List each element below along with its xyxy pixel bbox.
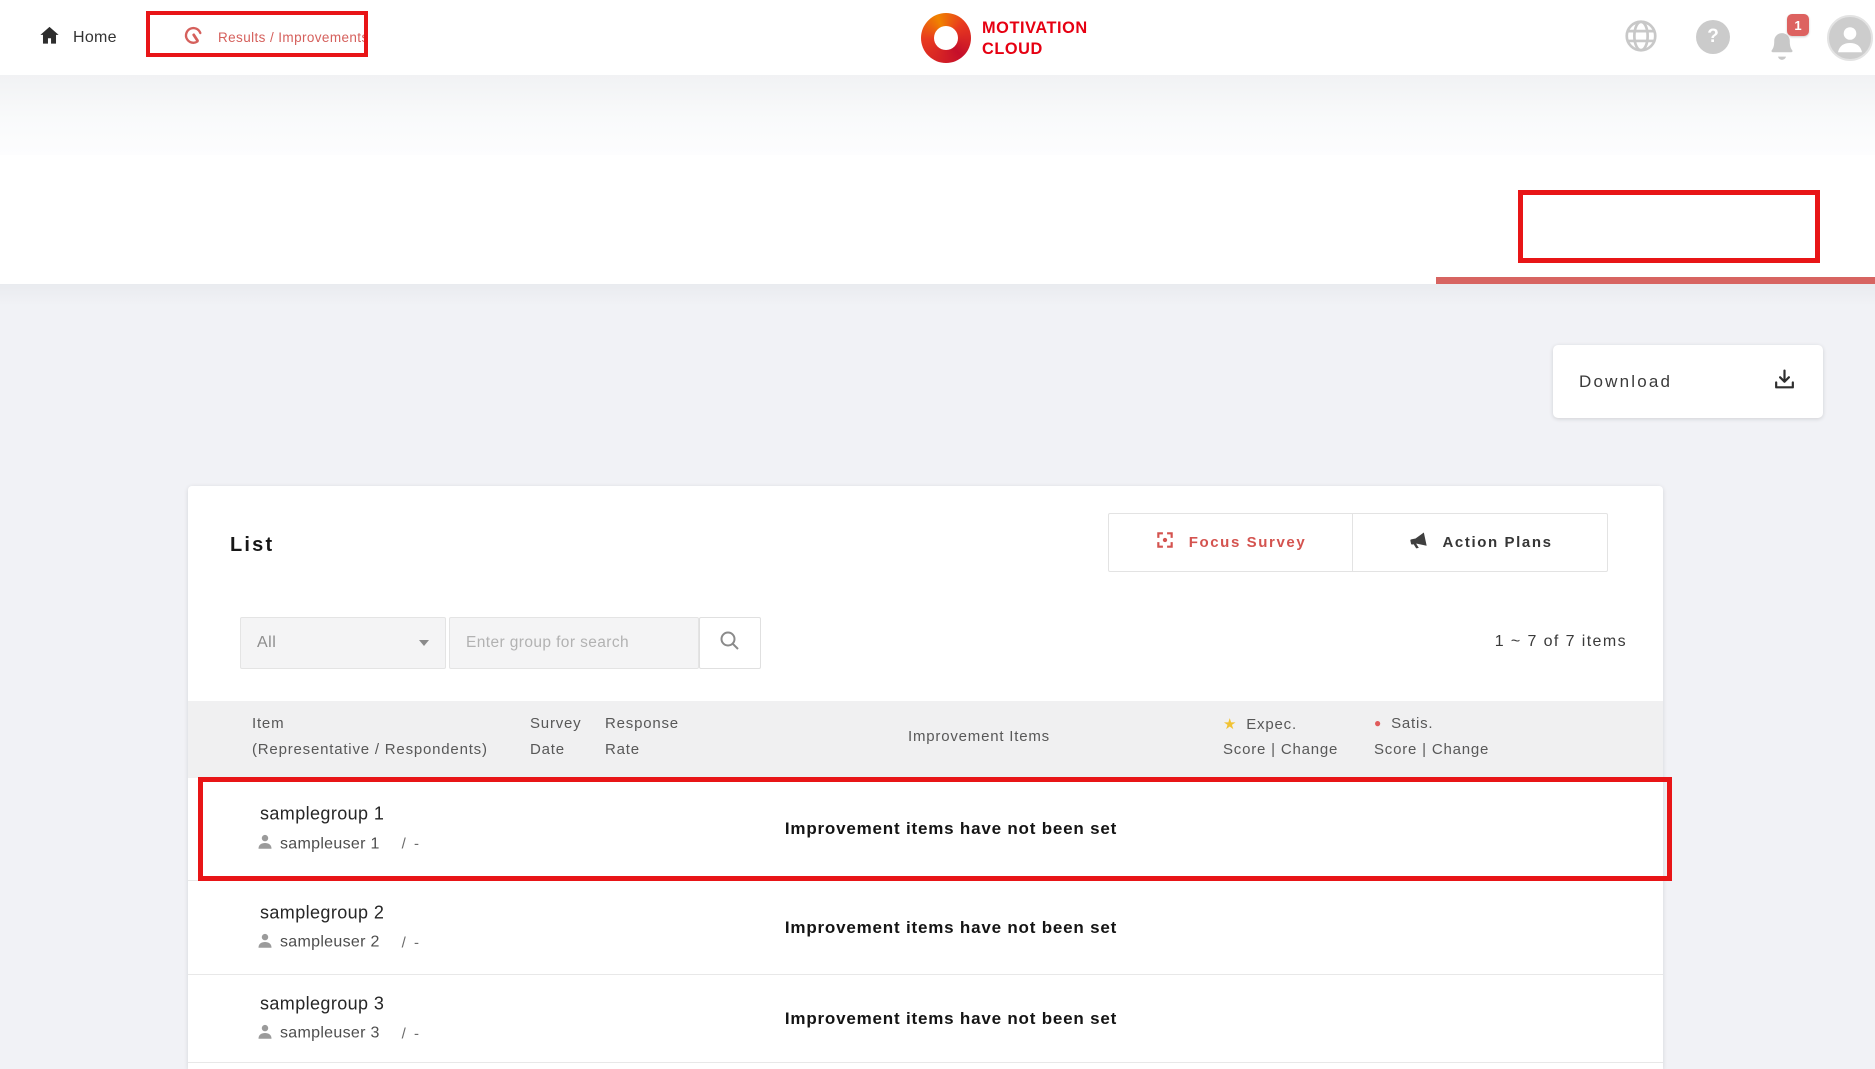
group-name: samplegroup 1 (260, 804, 421, 825)
home-label: Home (73, 29, 117, 47)
user-name: sampleuser 1 (280, 835, 380, 853)
search-input[interactable] (449, 617, 699, 669)
col-improvement-items: Improvement Items (908, 728, 1050, 745)
improvement-status: Improvement items have not been set (785, 918, 1117, 938)
table-header: Item (Representative / Respondents) Surv… (188, 701, 1663, 778)
brand-logo: MOTIVATION CLOUD (921, 13, 1092, 63)
help-icon[interactable]: ? (1696, 20, 1730, 54)
user-name: sampleuser 2 (280, 934, 380, 952)
notification-badge: 1 (1787, 14, 1809, 36)
page: Home Results / Improvements MOTIVATION C… (0, 0, 1875, 1069)
logo-mark-icon (921, 13, 971, 63)
respondents-ratio: / - (402, 836, 421, 853)
focus-survey-label: Focus Survey (1189, 534, 1307, 551)
active-tab-underline (1436, 277, 1875, 284)
group-filter-select[interactable]: All (240, 617, 446, 669)
top-navbar: Home Results / Improvements MOTIVATION C… (0, 0, 1875, 75)
action-plans-label: Action Plans (1442, 534, 1552, 551)
action-plans-button[interactable]: Action Plans (1352, 514, 1607, 571)
table-row[interactable]: samplegroup 1 sampleuser 1 / - Improveme… (188, 778, 1663, 881)
globe-icon[interactable] (1622, 17, 1660, 60)
focus-icon (1155, 530, 1175, 555)
improvement-status: Improvement items have not been set (785, 819, 1117, 839)
gauge-icon (183, 25, 204, 51)
logo-text: MOTIVATION CLOUD (982, 17, 1088, 59)
user-icon (257, 932, 273, 953)
col-survey-date: Survey (530, 715, 582, 732)
respondents-ratio: / - (402, 934, 421, 951)
table-body: samplegroup 1 sampleuser 1 / - Improveme… (188, 778, 1663, 1069)
table-row[interactable]: samplegroup 3 sampleuser 3 / - Improveme… (188, 975, 1663, 1063)
survey-selector-bar: 2020/12/24 [latest] Results Improvements (0, 155, 1875, 284)
home-link[interactable]: Home (38, 0, 117, 75)
col-response-rate: Response (605, 715, 679, 732)
user-name: sampleuser 3 (280, 1025, 380, 1043)
group-name: samplegroup 3 (260, 993, 421, 1014)
megaphone-icon (1407, 530, 1428, 556)
list-title: List (230, 534, 274, 557)
col-expec: ★Expec. (1223, 715, 1297, 733)
focus-survey-button[interactable]: Focus Survey (1109, 514, 1352, 571)
items-count: 1 ~ 7 of 7 items (1495, 633, 1627, 651)
list-actions: Focus Survey Action Plans (1108, 513, 1608, 572)
user-icon (257, 834, 273, 855)
download-icon (1772, 367, 1797, 397)
nav-results-improvements-label: Results / Improvements (218, 30, 369, 45)
col-satis: ●Satis. (1374, 715, 1433, 732)
search-icon (718, 629, 742, 658)
col-item: Item (252, 715, 284, 732)
user-icon (257, 1023, 273, 1044)
home-icon (38, 24, 61, 52)
next-row-edge (188, 1063, 1663, 1069)
respondents-ratio: / - (402, 1025, 421, 1042)
download-button[interactable]: Download (1553, 345, 1823, 418)
chevron-down-icon (419, 640, 429, 646)
avatar[interactable] (1827, 15, 1873, 61)
group-filter-value: All (257, 634, 276, 652)
improvement-status: Improvement items have not been set (785, 1009, 1117, 1029)
nav-results-improvements[interactable]: Results / Improvements (183, 0, 369, 75)
list-card: List Focus Survey Action Plans All (188, 486, 1663, 1069)
star-icon: ★ (1223, 716, 1237, 733)
download-label: Download (1579, 372, 1672, 392)
dot-icon: ● (1374, 716, 1382, 730)
breadcrumb-band: All Organizations/Attributes (0, 75, 1875, 155)
search-button[interactable] (699, 617, 761, 669)
table-row[interactable]: samplegroup 2 sampleuser 2 / - Improveme… (188, 881, 1663, 975)
group-name: samplegroup 2 (260, 902, 421, 923)
